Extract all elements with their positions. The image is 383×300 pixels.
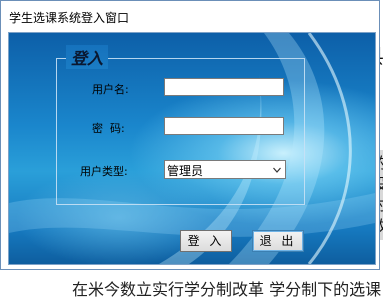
login-window: 学生选课系统登入窗口 登入 用户名: 密 码: 用户类型: 管理员 登 入 退 … [0, 0, 380, 270]
password-label: 密 码: [92, 122, 125, 135]
password-field[interactable] [164, 117, 284, 135]
username-label: 用户名: [92, 83, 129, 96]
exit-button[interactable]: 退 出 [252, 230, 304, 252]
user-type-select[interactable]: 管理员 [164, 160, 286, 179]
chevron-down-icon [273, 167, 281, 173]
user-type-value: 管理员 [167, 164, 204, 178]
login-panel: 登入 用户名: 密 码: 用户类型: 管理员 登 入 退 出 [8, 32, 376, 265]
login-button[interactable]: 登 入 [180, 230, 232, 252]
username-field[interactable] [164, 78, 284, 96]
title-bar[interactable]: 学生选课系统登入窗口 [1, 1, 379, 32]
group-title: 登入 [66, 45, 109, 69]
user-type-label: 用户类型: [80, 165, 128, 178]
window-title: 学生选课系统登入窗口 [9, 11, 130, 25]
background-doc-bottom-line: 在米今数立实行学分制改革 学分制下的选课 [72, 280, 382, 299]
